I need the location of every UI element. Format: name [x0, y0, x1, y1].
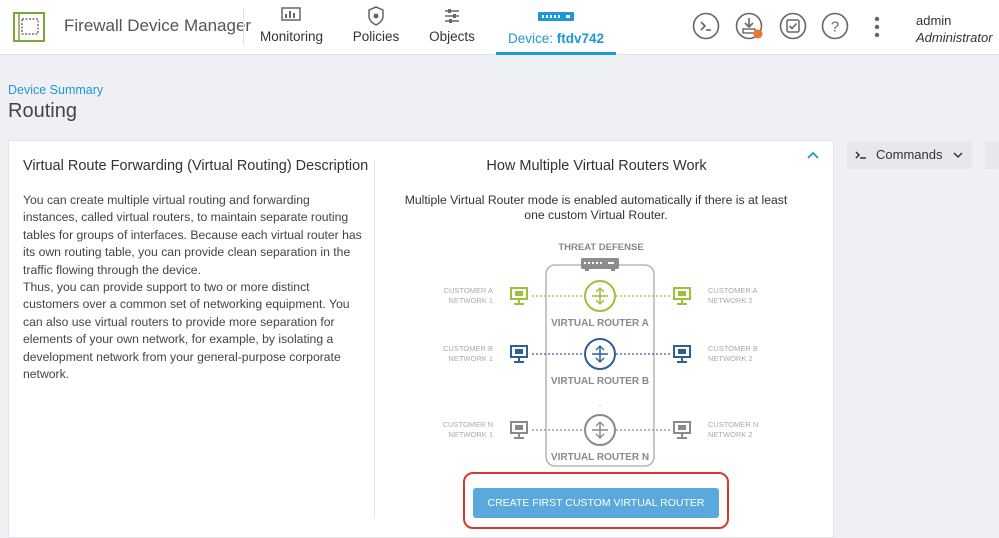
card-divider [374, 160, 375, 518]
virtual-routers-diagram: THREAT DEFENSE . CUSTOMER ANETWORK 1CUST… [443, 242, 758, 467]
customer-left-label-line2: NETWORK 1 [448, 430, 493, 439]
customer-left-monitor-icon [510, 287, 528, 305]
customer-left-label-line1: CUSTOMER N [443, 420, 493, 429]
nav-policies-label: Policies [352, 29, 400, 44]
how-it-works-title: How Multiple Virtual Routers Work [486, 158, 707, 174]
user-role: Administrator [916, 30, 993, 45]
customer-left-label-line1: CUSTOMER A [444, 286, 493, 295]
help-icon[interactable]: ? [821, 12, 849, 40]
threat-defense-device-icon [581, 258, 619, 271]
vrf-description-text: You can create multiple virtual routing … [23, 192, 363, 383]
customer-right-label-line1: CUSTOMER B [708, 344, 758, 353]
chevron-down-icon [953, 152, 963, 159]
svg-text:?: ? [831, 19, 839, 36]
ellipsis-dot: . [599, 398, 602, 409]
customer-right-label-line1: CUSTOMER A [708, 286, 757, 295]
nav-objects[interactable]: Objects [429, 6, 475, 54]
top-navigation-bar: Firewall Device Manager Monitoring Polic… [0, 0, 999, 55]
virtual-router-icon [584, 338, 616, 370]
virtual-router-label: VIRTUAL ROUTER B [551, 376, 649, 387]
deploy-download-icon[interactable] [735, 12, 765, 40]
task-list-icon[interactable] [779, 12, 807, 40]
customer-right-label-line2: NETWORK 2 [708, 430, 753, 439]
how-it-works-subtitle: Multiple Virtual Router mode is enabled … [404, 193, 788, 222]
nav-monitoring-label: Monitoring [260, 29, 324, 44]
threat-defense-label: THREAT DEFENSE [558, 242, 643, 253]
more-options-icon[interactable] [872, 15, 882, 39]
virtual-router-label: VIRTUAL ROUTER N [551, 452, 649, 463]
terminal-icon [855, 151, 866, 159]
side-panel-edge [985, 141, 999, 169]
vrf-paragraph-1: You can create multiple virtual routing … [23, 193, 362, 277]
app-title: Firewall Device Manager [64, 16, 252, 35]
customer-left-monitor-icon [510, 345, 528, 363]
device-name: ftdv742 [556, 31, 605, 46]
user-name[interactable]: admin [916, 13, 951, 28]
commands-label: Commands [876, 147, 943, 162]
nav-device-label: Device: ftdv742 [496, 31, 616, 46]
customer-right-label-line2: NETWORK 2 [708, 354, 753, 363]
customer-left-label-line2: NETWORK 1 [448, 354, 493, 363]
customer-right-label-line2: NETWORK 2 [708, 296, 753, 305]
nav-monitoring[interactable]: Monitoring [260, 6, 324, 54]
nav-policies[interactable]: Policies [352, 6, 400, 54]
nav-objects-label: Objects [429, 29, 475, 44]
customer-right-monitor-icon [673, 421, 691, 439]
nav-device[interactable]: Device: ftdv742 [496, 6, 616, 55]
device-prefix: Device: [507, 31, 557, 46]
monitoring-icon [281, 7, 301, 21]
virtual-router-label: VIRTUAL ROUTER A [551, 318, 649, 329]
nav-divider [243, 8, 244, 46]
customer-right-label-line1: CUSTOMER N [708, 420, 758, 429]
page-title: Routing [8, 100, 77, 122]
customer-left-monitor-icon [510, 421, 528, 439]
vrf-paragraph-2: Thus, you can provide support to two or … [23, 280, 350, 382]
vrf-description-title: Virtual Route Forwarding (Virtual Routin… [23, 158, 369, 174]
device-icon [538, 12, 574, 21]
customer-left-label-line1: CUSTOMER B [443, 344, 493, 353]
customer-right-monitor-icon [673, 345, 691, 363]
breadcrumb-device-summary[interactable]: Device Summary [8, 83, 103, 97]
cli-console-icon[interactable] [692, 12, 720, 40]
customer-right-monitor-icon [673, 287, 691, 305]
virtual-router-icon [584, 280, 616, 312]
objects-sliders-icon [445, 9, 459, 23]
virtual-router-icon [584, 414, 616, 446]
fdm-logo-icon [13, 12, 45, 42]
commands-dropdown[interactable]: Commands [847, 141, 972, 169]
policies-shield-icon [368, 6, 384, 26]
create-first-custom-virtual-router-button[interactable]: CREATE FIRST CUSTOM VIRTUAL ROUTER [473, 488, 719, 518]
customer-left-label-line2: NETWORK 1 [448, 296, 493, 305]
